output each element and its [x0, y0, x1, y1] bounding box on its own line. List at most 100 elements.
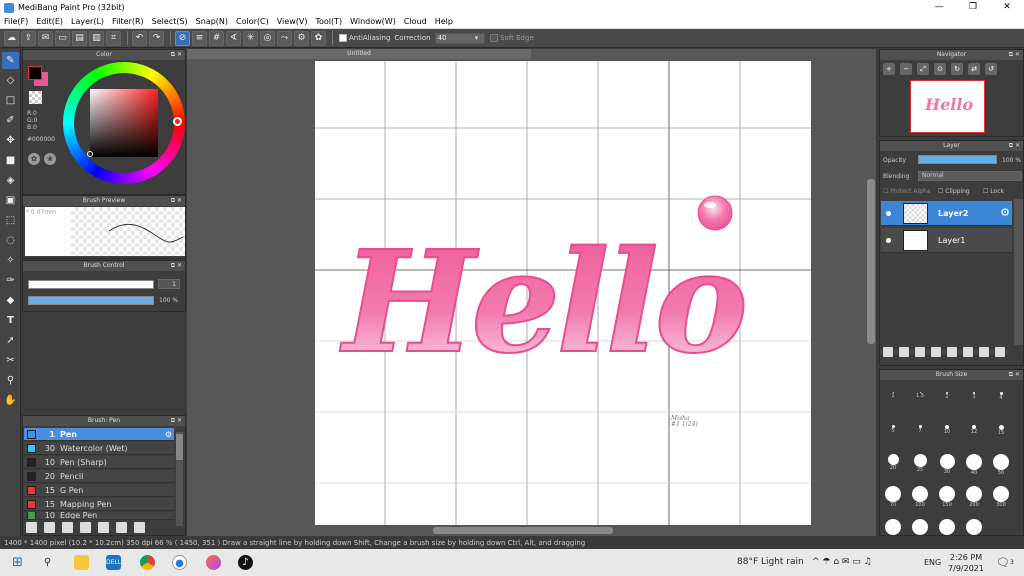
brush-size-option[interactable]: 50	[988, 454, 1014, 476]
panel-close-icon[interactable]: ⧉ ✕	[1009, 370, 1020, 380]
tray-icons[interactable]: ^ ☂ ⌂ ✉ ▭ ♫	[812, 549, 872, 576]
menu-snap[interactable]: Snap(N)	[196, 17, 228, 26]
palette-icon[interactable]: ✿	[28, 153, 40, 165]
parallel-snap-icon[interactable]: ≡	[192, 30, 207, 46]
brush-size-option[interactable]	[934, 519, 960, 535]
brush-duplicate-icon[interactable]	[116, 521, 127, 533]
vertical-scrollbar[interactable]	[867, 179, 875, 344]
menu-window[interactable]: Window(W)	[350, 17, 396, 26]
fit-icon[interactable]: ⤢	[917, 63, 929, 75]
rotate-icon[interactable]: ↻	[951, 63, 963, 75]
brush-item-edge-pen[interactable]: 10 Edge Pen	[24, 512, 174, 520]
snap-off-icon[interactable]: ⊘	[175, 30, 190, 46]
layer-folder-icon[interactable]	[947, 347, 957, 357]
lock-checkbox[interactable]: ☐ Lock	[983, 188, 1004, 195]
brush-size-option[interactable]: 3	[961, 392, 987, 400]
navigator-thumbnail[interactable]: Hello	[910, 80, 985, 133]
soft-edge-checkbox[interactable]	[490, 34, 499, 42]
close-button[interactable]: ✕	[990, 0, 1024, 15]
brush-size-option[interactable]: 20	[880, 454, 906, 471]
layer-row-layer2[interactable]: Layer2 ⚙	[881, 201, 1012, 226]
gear-icon[interactable]: ⚙	[165, 430, 172, 439]
hand-tool-icon[interactable]: ✋	[2, 392, 19, 409]
brush-size-option[interactable]: 40	[961, 454, 987, 476]
gear-icon[interactable]: ⚙	[1000, 206, 1010, 219]
antialiasing-checkbox[interactable]	[339, 34, 347, 42]
share-icon[interactable]: ⇪	[21, 30, 36, 46]
brush-opacity-slider[interactable]	[28, 296, 154, 305]
brush-size-value[interactable]: 1	[158, 279, 180, 289]
crop-icon[interactable]: ⌗	[106, 30, 121, 46]
hue-wheel[interactable]	[63, 62, 185, 184]
text-tool-icon[interactable]: T	[2, 312, 19, 329]
brush-size-option[interactable]	[907, 519, 933, 535]
panel-close-icon[interactable]: ⧉ ✕	[1009, 141, 1020, 151]
brush-new-icon[interactable]	[44, 521, 55, 533]
brush-size-option[interactable]: 25	[907, 454, 933, 473]
browser-icon[interactable]	[206, 555, 221, 570]
brush-size-option[interactable]	[961, 519, 987, 535]
trash-icon[interactable]	[995, 347, 1005, 357]
panel-close-icon[interactable]: ⧉ ✕	[171, 261, 182, 271]
brush-size-slider[interactable]	[28, 280, 154, 289]
magic-wand-tool-icon[interactable]: ✧	[2, 252, 19, 269]
move-tool-icon[interactable]: ✥	[2, 132, 19, 149]
duplicate-layer-icon[interactable]	[963, 347, 973, 357]
actual-size-icon[interactable]: ⊙	[934, 63, 946, 75]
color-history-icon[interactable]: ❀	[44, 153, 56, 165]
save-icon[interactable]: ▥	[89, 30, 104, 46]
new-halftone-layer-icon[interactable]	[899, 347, 909, 357]
blending-select[interactable]: Normal	[918, 171, 1022, 181]
open-file-icon[interactable]: ▤	[72, 30, 87, 46]
brush-item-watercolor[interactable]: 30 Watercolor (Wet)	[24, 442, 174, 455]
brush-size-option[interactable]	[880, 519, 906, 535]
brush-size-option[interactable]: 7	[907, 425, 933, 434]
pen-tool-icon[interactable]: ✐	[2, 112, 19, 129]
brush-size-option[interactable]: 1.5	[907, 392, 933, 399]
brush-size-option[interactable]: 5	[880, 425, 906, 434]
select-pen-tool-icon[interactable]: ✑	[2, 272, 19, 289]
new-file-icon[interactable]: ▭	[55, 30, 70, 46]
comment-icon[interactable]: ✉	[38, 30, 53, 46]
zoom-in-icon[interactable]: +	[883, 63, 895, 75]
windows-start-icon[interactable]: ⊞	[10, 555, 25, 570]
brush-size-option[interactable]: 1	[880, 392, 906, 399]
eye-icon[interactable]	[886, 211, 891, 216]
new-layer-icon[interactable]	[883, 347, 893, 357]
brush-tool-icon[interactable]: ✎	[2, 52, 19, 69]
panel-close-icon[interactable]: ⧉ ✕	[1009, 50, 1020, 60]
menu-help[interactable]: Help	[435, 17, 453, 26]
chrome-icon[interactable]	[140, 555, 155, 570]
undo-icon[interactable]: ↶	[132, 30, 147, 46]
operation-tool-icon[interactable]: ➚	[2, 332, 19, 349]
layer-menu-icon[interactable]	[931, 347, 941, 357]
search-icon[interactable]: ⚲	[40, 555, 55, 570]
reset-icon[interactable]: ↺	[985, 63, 997, 75]
brush-size-option[interactable]: 150	[934, 486, 960, 508]
panel-close-icon[interactable]: ⧉ ✕	[171, 416, 182, 426]
new-8bit-layer-icon[interactable]	[915, 347, 925, 357]
dropdown-arrow-icon[interactable]: ▾	[475, 34, 479, 42]
taskbar-clock[interactable]: 2:26 PM 7/9/2021	[948, 552, 984, 574]
tiktok-icon[interactable]: ♪	[238, 555, 253, 570]
menu-layer[interactable]: Layer(L)	[71, 17, 104, 26]
radial-snap-icon[interactable]: ✳	[243, 30, 258, 46]
menu-filter[interactable]: Filter(R)	[112, 17, 144, 26]
brush-size-option[interactable]: 100	[907, 486, 933, 508]
brush-item-pen[interactable]: 1 Pen ⚙	[24, 428, 174, 441]
gear-icon[interactable]: ⚙	[294, 30, 309, 46]
document-tab[interactable]: Untitled	[187, 49, 531, 59]
divide-tool-icon[interactable]: ✂	[2, 352, 19, 369]
brush-item-pencil[interactable]: 20 Pencil	[24, 470, 174, 483]
scrollbar-thumb[interactable]	[176, 434, 183, 460]
minimize-button[interactable]: —	[922, 0, 956, 15]
menu-cloud[interactable]: Cloud	[404, 17, 427, 26]
settings-icon[interactable]: ✿	[311, 30, 326, 46]
saturation-value-square[interactable]	[90, 89, 158, 157]
layer-row-layer1[interactable]: Layer2 Layer1	[881, 228, 1012, 253]
fill-rect-tool-icon[interactable]: ■	[2, 152, 19, 169]
flip-icon[interactable]: ⇄	[968, 63, 980, 75]
menu-file[interactable]: File(F)	[4, 17, 28, 26]
weather-widget[interactable]: 88°F Light rain	[737, 549, 804, 576]
brush-size-option[interactable]: 15	[988, 425, 1014, 436]
